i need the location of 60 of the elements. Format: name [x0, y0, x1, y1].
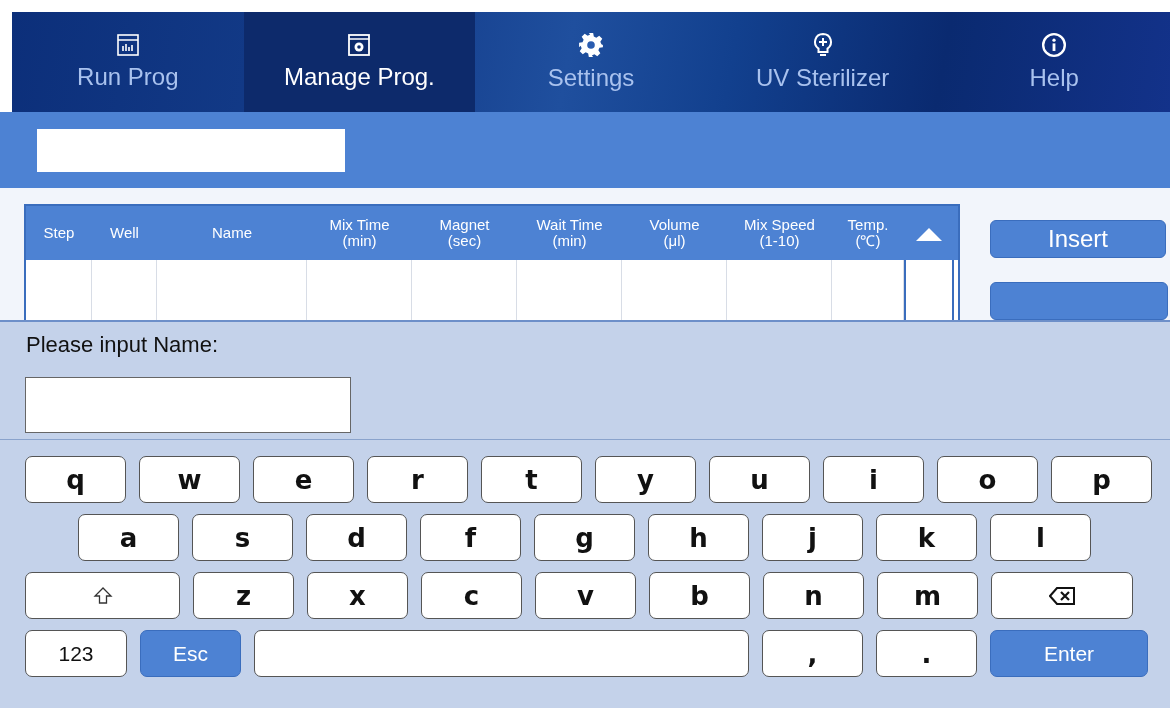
keyboard-key[interactable]: l — [990, 514, 1091, 561]
column-header: Well — [109, 222, 140, 243]
keyboard-key[interactable]: s — [192, 514, 293, 561]
keyboard-key[interactable]: . — [876, 630, 977, 677]
keyboard-key[interactable]: c — [421, 572, 522, 619]
keyboard-key[interactable]: m — [877, 572, 978, 619]
column-header: Name — [211, 222, 253, 243]
insert-button[interactable]: Insert — [990, 220, 1166, 258]
keyboard-key[interactable]: h — [648, 514, 749, 561]
keyboard-key[interactable]: v — [535, 572, 636, 619]
column-header: Step — [42, 222, 76, 243]
backspace-icon — [1049, 586, 1075, 605]
keyboard-key[interactable]: f — [420, 514, 521, 561]
settings-window-icon — [347, 33, 372, 57]
search-field[interactable] — [37, 128, 345, 172]
column-header: Mix Speed (1-10) — [743, 214, 816, 251]
nav-tab[interactable]: Settings — [475, 12, 707, 112]
triangle-up-icon — [915, 226, 943, 242]
keyboard-key[interactable]: p — [1051, 456, 1152, 503]
keyboard-key[interactable]: d — [306, 514, 407, 561]
nav-tab[interactable]: Run Prog — [12, 12, 244, 112]
nav-tab[interactable]: UV Sterilizer — [706, 12, 939, 112]
column-header: Magnet (sec) — [438, 214, 491, 251]
settings-icon — [578, 32, 604, 58]
keyboard-key[interactable]: u — [709, 456, 810, 503]
keyboard-key[interactable]: k — [876, 514, 977, 561]
chart-icon — [115, 33, 140, 57]
prompt-label: Please input Name: — [26, 332, 219, 358]
keyboard-key[interactable]: b — [649, 572, 750, 619]
nav-tab[interactable]: Manage Prog. — [243, 12, 476, 112]
keyboard-key[interactable]: e — [253, 456, 354, 503]
keyboard-key[interactable]: o — [937, 456, 1038, 503]
keyboard-key[interactable]: w — [139, 456, 240, 503]
esc-key[interactable]: Esc — [140, 630, 241, 677]
column-header: Volume (μl) — [648, 214, 701, 251]
keyboard-key[interactable]: j — [762, 514, 863, 561]
keyboard-key[interactable]: i — [823, 456, 924, 503]
keyboard-key[interactable]: z — [193, 572, 294, 619]
name-input-field[interactable] — [25, 377, 351, 433]
column-header: Wait Time (min) — [535, 214, 604, 251]
enter-key[interactable]: Enter — [990, 630, 1148, 677]
keyboard-key[interactable]: t — [481, 456, 582, 503]
nav-tab[interactable]: Help — [938, 12, 1170, 112]
keyboard-key[interactable]: 123 — [25, 630, 127, 677]
info-icon — [1041, 32, 1068, 58]
keyboard-key[interactable]: , — [762, 630, 863, 677]
space-key[interactable] — [254, 630, 749, 677]
keyboard-key[interactable]: g — [534, 514, 635, 561]
backspace-key[interactable] — [991, 572, 1133, 619]
column-header: Temp. (℃) — [846, 214, 890, 251]
keyboard-key[interactable]: x — [307, 572, 408, 619]
keyboard-key[interactable]: a — [78, 514, 179, 561]
keyboard-key[interactable]: n — [763, 572, 864, 619]
shift-arrow-icon — [92, 585, 113, 606]
column-header: Mix Time (min) — [328, 214, 391, 251]
side-button[interactable] — [990, 281, 1168, 320]
keyboard-key[interactable]: r — [367, 456, 468, 503]
keyboard-key[interactable]: y — [595, 456, 696, 503]
keyboard-key[interactable]: q — [25, 456, 126, 503]
shift-key[interactable] — [25, 572, 180, 619]
